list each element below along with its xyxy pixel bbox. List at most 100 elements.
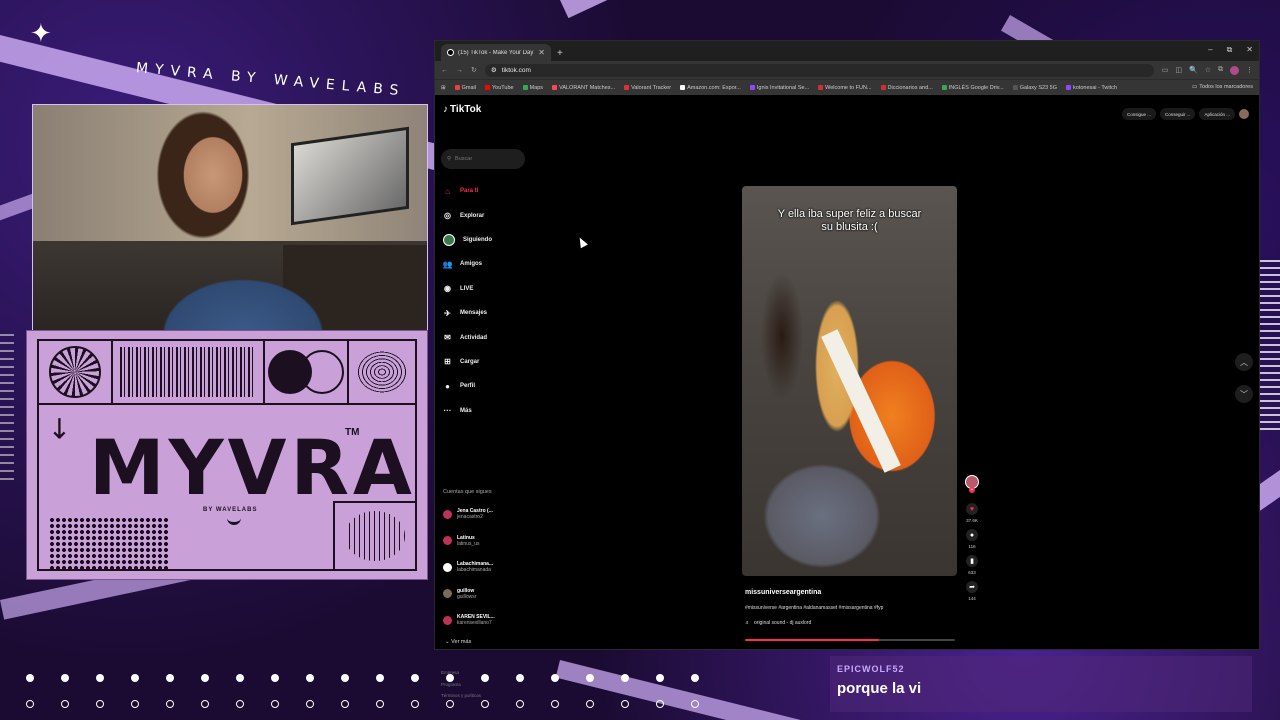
bookmark-item[interactable]: Gmail (454, 85, 476, 91)
maximize-button[interactable]: ⧉ (1227, 45, 1233, 55)
bookmark-icon[interactable]: ▮ (966, 555, 978, 567)
following-account[interactable]: Labachimana... labachimanada (443, 554, 533, 581)
comment-icon[interactable]: ● (966, 529, 978, 541)
save-action: ▮ 633 (966, 555, 978, 575)
tiktok-logo[interactable]: ♪ TikTok (443, 104, 481, 115)
video-sound[interactable]: ♬ original sound - dj auxlord (745, 620, 960, 626)
video-progress-bar[interactable] (745, 639, 955, 641)
bookmark-item[interactable]: YouTube (484, 85, 514, 91)
site-info-icon[interactable]: ⚙ (491, 66, 497, 74)
sidebar-item-mas[interactable]: ··· Más (443, 399, 533, 423)
apps-grid-icon[interactable]: ⊞ (441, 85, 446, 91)
messages-icon: ✈ (444, 308, 451, 318)
spiral-icon (49, 346, 101, 398)
close-tab-icon[interactable]: ✕ (538, 48, 545, 57)
arrow-icon: ↙ (39, 408, 78, 447)
avatar (443, 536, 452, 546)
close-window-button[interactable]: ✕ (1246, 45, 1253, 55)
brand-card: ↙ MYVRA TM BY WAVELABS (26, 330, 428, 580)
sidebar-item-para-ti[interactable]: ⌂ Para ti (443, 179, 533, 203)
sidebar-item-cargar[interactable]: ⊞ Cargar (443, 350, 533, 374)
share-icon[interactable]: ➦ (966, 581, 978, 593)
coil-icon (345, 511, 405, 561)
bookmark-item[interactable]: Diccionarios and... (880, 85, 933, 91)
following-account[interactable]: Jena Castro (... jenacastro2 (443, 501, 533, 528)
previous-video-button[interactable]: ︿ (1235, 353, 1253, 371)
profile-avatar[interactable] (1230, 65, 1239, 75)
sidebar-item-amigos[interactable]: 👥 Amigos (443, 252, 533, 276)
next-video-button[interactable]: ﹀ (1235, 385, 1253, 403)
decor-bars (0, 330, 14, 480)
save-count: 633 (968, 570, 976, 575)
barcode-icon (120, 347, 256, 397)
avatar (443, 509, 452, 519)
barcode-cell (113, 341, 265, 403)
bookmark-item[interactable]: Amazon.com: Espor... (680, 85, 741, 91)
bookmark-item[interactable]: Ignis Invitational Se... (749, 85, 809, 91)
following-account[interactable]: Latinus latinus_us (443, 528, 533, 555)
creator-avatar[interactable]: + (965, 475, 979, 493)
sidebar-item-perfil[interactable]: ● Perfil (443, 374, 533, 398)
menu-icon[interactable]: ⋮ (1246, 66, 1253, 74)
chevron-down-icon: ﹀ (1240, 389, 1248, 399)
screenshot-icon[interactable]: ◫ (1175, 66, 1182, 74)
comment-action: ● 116 (966, 529, 978, 549)
minimize-button[interactable]: – (1208, 45, 1212, 55)
get-app-button[interactable]: Conseguir ... (1159, 108, 1196, 120)
bookmark-item[interactable]: Welcome to FUN... (818, 85, 872, 91)
address-bar-row: ← → ↻ ⚙ tiktok.com ▭ ◫ 🔍 ☆ ⧉ ⋮ (435, 61, 1259, 79)
bookmark-item[interactable]: INGLÉS Google Driv... (941, 85, 1004, 91)
reload-icon[interactable]: ↻ (471, 66, 477, 74)
bookmark-star-icon[interactable]: ☆ (1205, 66, 1211, 74)
extensions-icon[interactable]: ⧉ (1218, 66, 1223, 74)
video-info: missuniverseargentina #missuniverse #arg… (745, 589, 960, 626)
user-avatar[interactable] (1239, 109, 1249, 119)
see-more-button[interactable]: ⌄ Ver más (445, 639, 471, 645)
smile-icon (227, 517, 241, 525)
share-action: ➦ 144 (966, 581, 978, 601)
bookmark-item[interactable]: VALORANT Matches... (552, 85, 615, 91)
install-app-icon[interactable]: ▭ (1162, 66, 1169, 74)
rings-cell (349, 341, 415, 403)
trademark: TM (345, 427, 360, 438)
sidebar-item-mensajes[interactable]: ✈ Mensajes (443, 301, 533, 325)
new-tab-button[interactable]: + (557, 48, 563, 61)
forward-icon[interactable]: → (456, 67, 463, 74)
sidebar-item-live[interactable]: ◉ LIVE (443, 277, 533, 301)
back-icon[interactable]: ← (441, 67, 448, 74)
chevron-up-icon: ︿ (1240, 357, 1248, 367)
video-hashtags[interactable]: #missuniverse #argentina #aldanamasset #… (745, 605, 960, 611)
search-input[interactable]: ⚲ Buscar (441, 149, 525, 169)
video-username[interactable]: missuniverseargentina (745, 589, 960, 596)
like-count: 37.6K (966, 518, 978, 523)
sidebar-nav: ⌂ Para ti ◎ Explorar Siguiendo 👥 Amigos ◉ LI… (443, 179, 533, 423)
zoom-icon[interactable]: 🔍 (1189, 66, 1198, 74)
bookmark-item[interactable]: Valorant Tracker (624, 85, 671, 91)
sidebar-item-siguiendo[interactable]: Siguiendo (443, 228, 533, 252)
home-icon: ⌂ (445, 186, 450, 196)
sparkle-icon: ✦ (30, 18, 52, 48)
browser-tab[interactable]: (15) TikTok - Make Your Day ✕ (441, 44, 551, 61)
all-bookmarks-button[interactable]: ▭ Todos los marcadores (1187, 84, 1253, 90)
url-omnibox[interactable]: ⚙ tiktok.com (484, 63, 1154, 77)
heart-icon[interactable]: ♥ (966, 503, 978, 515)
friends-icon: 👥 (442, 259, 453, 269)
follow-plus-icon[interactable]: + (969, 487, 975, 493)
sidebar-item-explorar[interactable]: ◎ Explorar (443, 203, 533, 227)
bookmark-item[interactable]: kotonesai - Twitch (1065, 85, 1117, 91)
video-player[interactable]: Y ella iba super feliz a buscar su blusi… (742, 186, 957, 576)
coil-cell (333, 501, 415, 569)
following-account[interactable]: guillow guillowsr (443, 581, 533, 608)
brand-card-header (39, 341, 415, 405)
brand-subtitle: BY WAVELABS (203, 507, 258, 513)
app-button[interactable]: Aplicación ... (1199, 108, 1235, 120)
bookmark-item[interactable]: Galaxy S23 5G (1012, 85, 1057, 91)
following-account[interactable]: KAREN SEVIL... karensevillano7 (443, 607, 533, 634)
get-coins-button[interactable]: Consigue ... (1121, 108, 1156, 120)
circles-icon (268, 350, 344, 394)
avatar (443, 615, 452, 625)
window-controls: – ⧉ ✕ (1208, 45, 1253, 55)
bookmark-item[interactable]: Maps (522, 85, 543, 91)
sidebar-item-actividad[interactable]: ✉ Actividad (443, 325, 533, 349)
video-sash (821, 329, 901, 473)
